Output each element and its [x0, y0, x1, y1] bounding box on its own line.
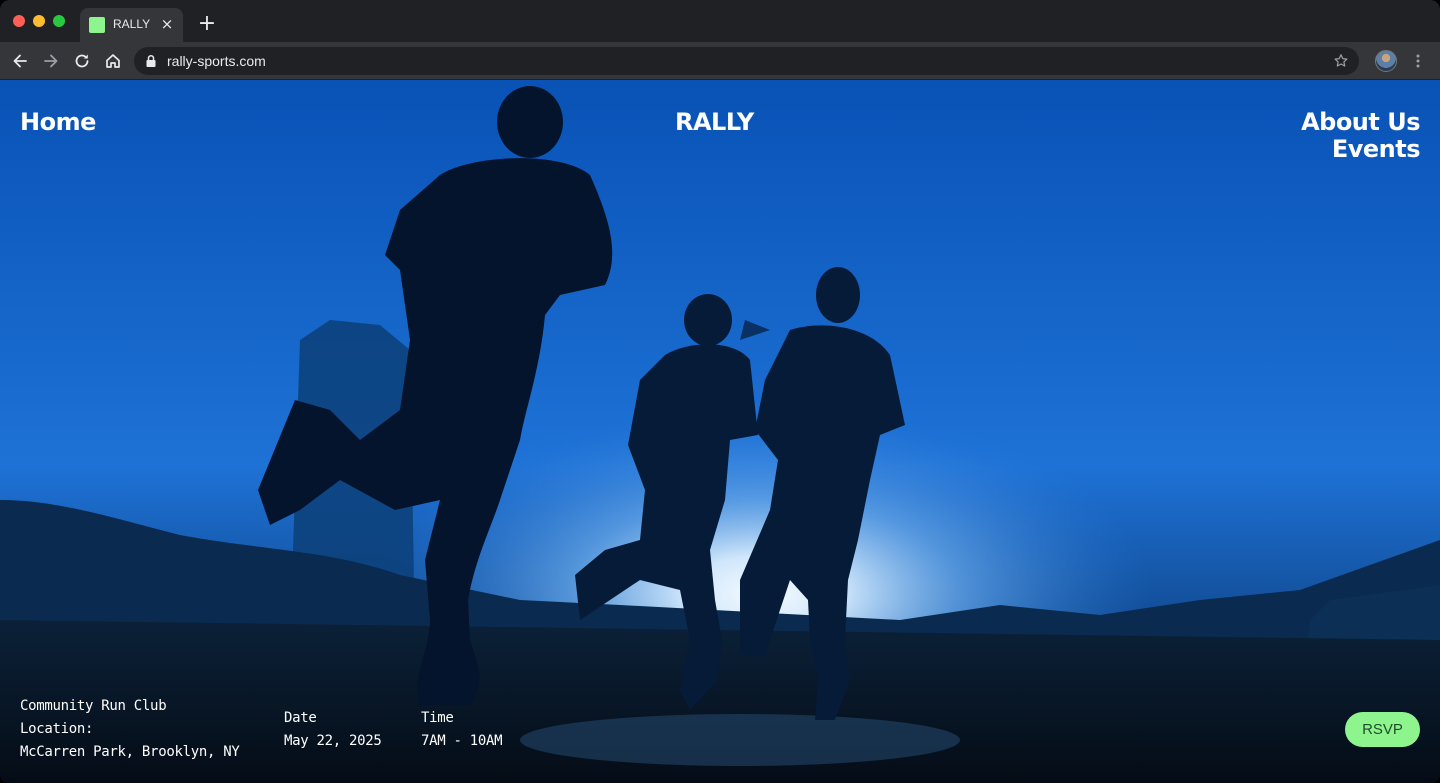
home-icon[interactable]: [103, 51, 123, 71]
tab-strip: RALLY × +: [0, 0, 1440, 42]
brand-logo[interactable]: RALLY: [675, 108, 754, 136]
maximize-window-button[interactable]: [53, 15, 65, 27]
date-value: May 22, 2025: [284, 733, 382, 749]
time-value: 7AM - 10AM: [421, 733, 503, 749]
runners-hero-image: [0, 80, 1440, 783]
nav-home-link[interactable]: Home: [20, 108, 96, 136]
event-name: Community Run Club: [20, 698, 167, 714]
url-text: rally-sports.com: [167, 53, 266, 69]
new-tab-icon[interactable]: +: [196, 13, 218, 35]
back-icon[interactable]: [10, 51, 30, 71]
profile-avatar[interactable]: [1375, 50, 1397, 72]
date-label: Date: [284, 710, 317, 726]
lock-icon: [146, 54, 156, 67]
nav-about-link[interactable]: About Us: [1301, 108, 1420, 136]
rsvp-button[interactable]: RSVP: [1345, 712, 1420, 747]
browser-toolbar: rally-sports.com: [0, 42, 1440, 79]
location-label: Location:: [20, 721, 94, 737]
address-bar[interactable]: rally-sports.com: [134, 47, 1359, 75]
close-window-button[interactable]: [13, 15, 25, 27]
tab-title: RALLY: [113, 17, 151, 31]
minimize-window-button[interactable]: [33, 15, 45, 27]
favicon-icon: [89, 17, 105, 33]
menu-dots-icon[interactable]: [1410, 52, 1426, 70]
reload-icon[interactable]: [72, 51, 92, 71]
time-label: Time: [421, 710, 454, 726]
tab-close-icon[interactable]: ×: [159, 16, 175, 32]
nav-events-link[interactable]: Events: [1332, 135, 1421, 163]
browser-window: RALLY × + rally-sports.com Home RALLY Ab…: [0, 0, 1440, 783]
browser-tab[interactable]: RALLY ×: [80, 8, 183, 42]
location-value: McCarren Park, Brooklyn, NY: [20, 744, 240, 760]
web-page: Home RALLY About Us Events Community Run…: [0, 80, 1440, 783]
bookmark-star-icon[interactable]: [1333, 53, 1349, 69]
forward-icon[interactable]: [41, 51, 61, 71]
